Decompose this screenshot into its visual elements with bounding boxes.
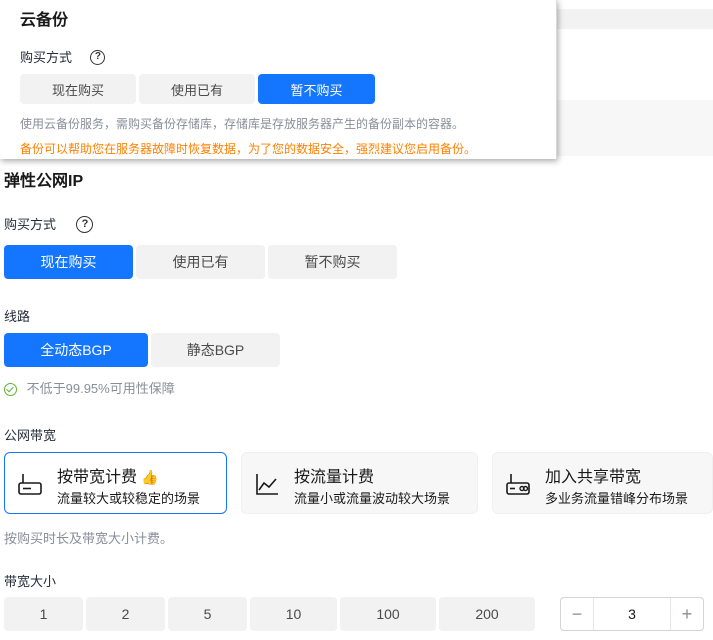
size-option-10[interactable]: 10 bbox=[250, 597, 337, 631]
size-option-1[interactable]: 1 bbox=[4, 597, 83, 631]
eip-title: 弹性公网IP bbox=[4, 173, 84, 190]
billing-card-traffic[interactable]: 按流量计费 流量小或流量波动较大场景 bbox=[241, 452, 478, 514]
cloud-backup-purchase-row: 购买方式 ? bbox=[20, 47, 106, 67]
billing-card-title: 加入共享带宽 bbox=[545, 469, 642, 486]
availability-row: 不低于99.95%可用性保障 bbox=[4, 378, 175, 397]
background-panel bbox=[556, 100, 713, 156]
bandwidth-stepper: − 3 + bbox=[560, 597, 704, 631]
background-strip bbox=[556, 9, 713, 29]
cb-option-buy-now[interactable]: 现在购买 bbox=[20, 74, 136, 104]
eip-purchase-row: 购买方式 ? bbox=[4, 214, 94, 234]
purchase-label: 购买方式 bbox=[20, 50, 73, 65]
availability-text: 不低于99.95%可用性保障 bbox=[26, 381, 175, 396]
billing-card-title: 按带宽计费 👍 bbox=[57, 469, 159, 486]
size-option-200[interactable]: 200 bbox=[439, 597, 535, 631]
line-option-static-bgp[interactable]: 静态BGP bbox=[151, 333, 280, 367]
eip-purchase-label: 购买方式 bbox=[4, 217, 57, 232]
line-label: 线路 bbox=[4, 309, 31, 324]
billing-card-shared[interactable]: 加入共享带宽 多业务流量错峰分布场景 bbox=[492, 452, 713, 514]
help-icon[interactable]: ? bbox=[76, 216, 94, 234]
billing-card-subtitle: 多业务流量错峰分布场景 bbox=[545, 491, 689, 506]
eip-option-not-now[interactable]: 暂不购买 bbox=[268, 245, 397, 279]
cb-note-gray: 使用云备份服务，需购买备份存储库，存储库是存放服务器产生的备份副本的容器。 bbox=[20, 117, 465, 131]
billing-card-subtitle: 流量较大或较稳定的场景 bbox=[57, 491, 201, 506]
cloud-backup-title: 云备份 bbox=[20, 12, 69, 29]
cb-option-not-now[interactable]: 暂不购买 bbox=[258, 74, 375, 104]
size-label: 带宽大小 bbox=[4, 574, 57, 589]
billing-note: 按购买时长及带宽大小计费。 bbox=[4, 531, 174, 546]
shared-router-icon bbox=[506, 474, 530, 495]
router-icon bbox=[18, 474, 42, 495]
cb-option-use-existing[interactable]: 使用已有 bbox=[139, 74, 255, 104]
eip-option-buy-now[interactable]: 现在购买 bbox=[4, 245, 133, 279]
bandwidth-label: 公网带宽 bbox=[4, 428, 57, 443]
plus-button[interactable]: + bbox=[671, 598, 703, 630]
size-option-5[interactable]: 5 bbox=[168, 597, 247, 631]
line-option-dynamic-bgp[interactable]: 全动态BGP bbox=[4, 333, 148, 367]
bandwidth-value-input[interactable]: 3 bbox=[593, 598, 671, 630]
billing-card-title: 按流量计费 bbox=[294, 469, 375, 486]
line-chart-icon bbox=[256, 474, 278, 495]
billing-card-subtitle: 流量小或流量波动较大场景 bbox=[294, 491, 451, 506]
check-circle-icon bbox=[4, 383, 17, 397]
billing-card-bandwidth[interactable]: 按带宽计费 👍 流量较大或较稳定的场景 bbox=[4, 452, 227, 514]
cloud-backup-panel: 云备份 购买方式 ? 现在购买 使用已有 暂不购买 使用云备份服务，需购买备份存… bbox=[0, 0, 557, 159]
cb-note-orange: 备份可以帮助您在服务器故障时恢复数据，为了您的数据安全，强烈建议您启用备份。 bbox=[20, 142, 477, 156]
thumbs-up-icon: 👍 bbox=[141, 469, 159, 485]
help-icon[interactable]: ? bbox=[90, 50, 106, 66]
size-option-2[interactable]: 2 bbox=[86, 597, 165, 631]
eip-option-use-existing[interactable]: 使用已有 bbox=[136, 245, 265, 279]
size-option-100[interactable]: 100 bbox=[340, 597, 436, 631]
minus-button[interactable]: − bbox=[561, 598, 593, 630]
